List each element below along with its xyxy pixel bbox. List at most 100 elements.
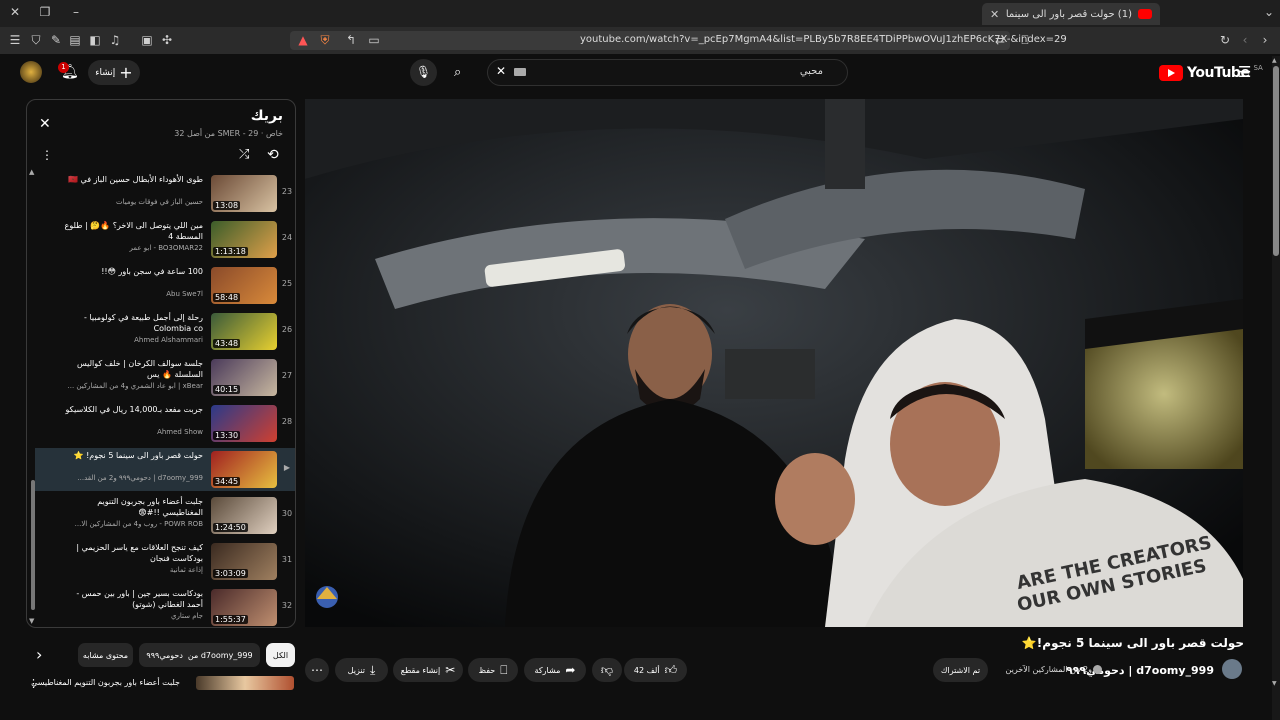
search-input[interactable]: ⌕ ✕ محبي: [454, 59, 848, 86]
close-window-icon[interactable]: ✕: [6, 5, 24, 19]
playlist-item-channel: Abu Swe7l: [166, 290, 203, 298]
save-button[interactable]: حفظ ⎕: [468, 658, 518, 682]
close-tab-icon[interactable]: ✕: [990, 8, 999, 21]
video-player[interactable]: ARE THE CREATORS OUR OWN STORIES: [305, 99, 1243, 627]
playlist-item-thumbnail[interactable]: 3:03:09: [211, 543, 277, 580]
avatar[interactable]: [20, 61, 42, 83]
chip-all[interactable]: الكل: [266, 643, 295, 667]
playlist-item-thumbnail[interactable]: 1:13:18: [211, 221, 277, 258]
playlist-item[interactable]: 31 3:03:09 كيف تنجح العلاقات مع ياسر الحزي…: [35, 540, 295, 583]
playlist-item-title[interactable]: جربت مفعد بـ14,000 ريال في الكلاسيكو: [63, 404, 203, 415]
playlist-item-title[interactable]: مين اللي يتوصل الى الاخر؟ 🔥🤔 | طلوع المس…: [63, 220, 203, 242]
playlist-item-title[interactable]: بودكاست بسير جين | باور بين حمس - أحمد ا…: [63, 588, 203, 610]
reader-icon[interactable]: ▤: [68, 33, 82, 47]
playlist-item[interactable]: 24 1:13:18 مين اللي يتوصل الى الاخر؟ 🔥🤔 | …: [35, 218, 295, 261]
playlist-item-title[interactable]: جلسة سوالف الكرخان | خلف كواليس السلسلة …: [63, 358, 203, 380]
dislike-button[interactable]: 👎︎: [592, 658, 622, 682]
video-title: حولت قصر باور الى سينما 5 نجوم!⭐: [1021, 636, 1244, 650]
puzzle-icon[interactable]: ✣: [160, 33, 174, 47]
next-video-thumbnail[interactable]: [196, 676, 294, 690]
scroll-up-icon[interactable]: ▲: [29, 168, 34, 176]
playlist-item-title[interactable]: حولت قصر باور الى سينما 5 نجوم! ⭐: [63, 450, 203, 461]
screenshot-icon[interactable]: ▣: [140, 33, 154, 47]
create-button[interactable]: إنشاء +: [88, 60, 140, 85]
playlist-item-channel: إذاعة ثمانية: [169, 566, 203, 574]
playlist-item[interactable]: 32 1:55:37 بودكاست بسير جين | باور بين حمس…: [35, 586, 295, 627]
playlist-item-duration: 58:48: [213, 293, 241, 302]
clip-button[interactable]: إنشاء مقطع ✂: [393, 658, 463, 682]
share-button[interactable]: مشاركة ➦: [524, 658, 586, 682]
playlist-item-thumbnail[interactable]: 34:45: [211, 451, 277, 488]
warning-icon[interactable]: ▲: [296, 33, 310, 47]
share-page-icon[interactable]: ↰: [344, 33, 358, 47]
playlist-item-thumbnail[interactable]: 1:24:50: [211, 497, 277, 534]
channel-watermark-icon[interactable]: [316, 586, 338, 608]
guide-menu-icon[interactable]: ☰: [1238, 63, 1251, 81]
restore-window-icon[interactable]: ❐: [36, 5, 54, 19]
playlist-item[interactable]: 25 58:48 100 ساعة في سجن باور 😳!! Abu Swe7l: [35, 264, 295, 307]
download-label: تنزيل: [347, 665, 366, 675]
playlist-item-title[interactable]: طوى الأهوداء الأبطال حسين الباز في 🇲🇦: [63, 174, 203, 185]
reload-icon[interactable]: ↻: [1218, 33, 1232, 47]
playlist-item[interactable]: 27 40:15 جلسة سوالف الكرخان | خلف كواليس ا…: [35, 356, 295, 399]
playlist-item-thumbnail[interactable]: 43:48: [211, 313, 277, 350]
download-button[interactable]: تنزيل ⤓: [335, 658, 388, 682]
shuffle-icon[interactable]: ⤮: [239, 147, 249, 162]
more-options-icon[interactable]: ⋮: [41, 148, 53, 162]
playlist-item-title[interactable]: كيف تنجح العلاقات مع ياسر الحزيمي | بودك…: [63, 542, 203, 564]
scroll-down-icon[interactable]: ▼: [29, 617, 34, 625]
playlist-item-thumbnail[interactable]: 58:48: [211, 267, 277, 304]
scroll-bottom-arrow-icon[interactable]: ▼: [1272, 680, 1277, 687]
playlist-item-thumbnail[interactable]: 13:08: [211, 175, 277, 212]
playlist-item-channel: حسين الباز في فوقات يوميات: [116, 198, 203, 206]
bookmark-icon[interactable]: ⎕: [1018, 33, 1032, 47]
playlist-title[interactable]: بريك: [251, 108, 283, 124]
playlist-item-thumbnail[interactable]: 40:15: [211, 359, 277, 396]
back-icon[interactable]: ‹: [1238, 33, 1252, 47]
page-scrollbar-thumb[interactable]: [1273, 66, 1279, 256]
more-actions-button[interactable]: ⋯: [305, 658, 329, 682]
brave-shield-icon[interactable]: ⛨: [318, 33, 332, 47]
browser-tab[interactable]: (1) حولت قصر باور الى سينما 5 ✕: [982, 3, 1160, 25]
shield-icon[interactable]: ⛉: [29, 33, 43, 47]
playlist-item-title[interactable]: 100 ساعة في سجن باور 😳!!: [63, 266, 203, 277]
scroll-top-arrow-icon[interactable]: ▲: [1272, 57, 1277, 64]
playlist-item-thumbnail[interactable]: 1:55:37: [211, 589, 277, 626]
channel-avatar[interactable]: [1222, 659, 1242, 679]
clear-search-icon[interactable]: ✕: [496, 64, 506, 78]
chips-next-icon[interactable]: ›: [36, 645, 42, 664]
collab-text[interactable]: و2 من المشاركين الآخرين: [1006, 665, 1092, 674]
translate-icon[interactable]: ⇄: [993, 33, 1007, 47]
playlist-item[interactable]: 30 1:24:50 جلبت أعضاء باور بجربون التنويم …: [35, 494, 295, 537]
playlist-item-channel: POWR ROB - روب و4 من المشاركين الا...: [74, 520, 203, 528]
sidebar-icon[interactable]: ◧: [88, 33, 102, 47]
tab-menu-icon[interactable]: ⌄: [1260, 5, 1278, 19]
like-button[interactable]: 42 ألف 👍︎: [624, 658, 687, 682]
pip-icon[interactable]: ▭: [367, 33, 381, 47]
loop-icon[interactable]: ⟲: [267, 147, 279, 163]
youtube-favicon-icon: [1138, 9, 1152, 19]
playlist-item[interactable]: ▶ 34:45 حولت قصر باور الى سينما 5 نجوم! ⭐ d…: [35, 448, 295, 491]
playlist-item[interactable]: 23 13:08 طوى الأهوداء الأبطال حسين الباز ف…: [35, 172, 295, 215]
next-video-title[interactable]: جلبت أعضاء باور بجربون التنويم المغناطيس…: [31, 678, 180, 687]
playlist-item[interactable]: 26 43:48 رحلة إلى أجمل طبيعة في كولومبيا -…: [35, 310, 295, 353]
playlist-item-duration: 13:08: [213, 201, 241, 210]
chip-related[interactable]: محتوى مشابه: [78, 643, 133, 667]
close-playlist-icon[interactable]: ✕: [39, 116, 51, 132]
chip-from-channel[interactable]: دحومي٩٩٩ من d7oomy_999: [139, 643, 260, 667]
playlist-item-title[interactable]: رحلة إلى أجمل طبيعة في كولومبيا - Colomb…: [63, 312, 203, 334]
search-icon[interactable]: ⌕: [454, 65, 461, 80]
subscribed-button[interactable]: تم الاشتراك: [933, 658, 988, 682]
playlist-item-duration: 40:15: [213, 385, 241, 394]
playlist-item[interactable]: 28 13:30 جربت مفعد بـ14,000 ريال في الكلاس…: [35, 402, 295, 445]
menu-icon[interactable]: ☰: [8, 33, 22, 47]
music-icon[interactable]: ♫: [108, 33, 122, 47]
extension-icon[interactable]: ✎: [49, 33, 63, 47]
playlist-item-thumbnail[interactable]: 13:30: [211, 405, 277, 442]
playlist-item-title[interactable]: جلبت أعضاء باور بجربون التنويم المغناطيس…: [63, 496, 203, 518]
playlist-item-duration: 13:30: [213, 431, 241, 440]
minimize-window-icon[interactable]: –: [67, 5, 85, 19]
forward-icon[interactable]: ›: [1258, 33, 1272, 47]
voice-search-button[interactable]: 🎙︎: [410, 59, 437, 86]
keyboard-icon[interactable]: [514, 68, 526, 76]
